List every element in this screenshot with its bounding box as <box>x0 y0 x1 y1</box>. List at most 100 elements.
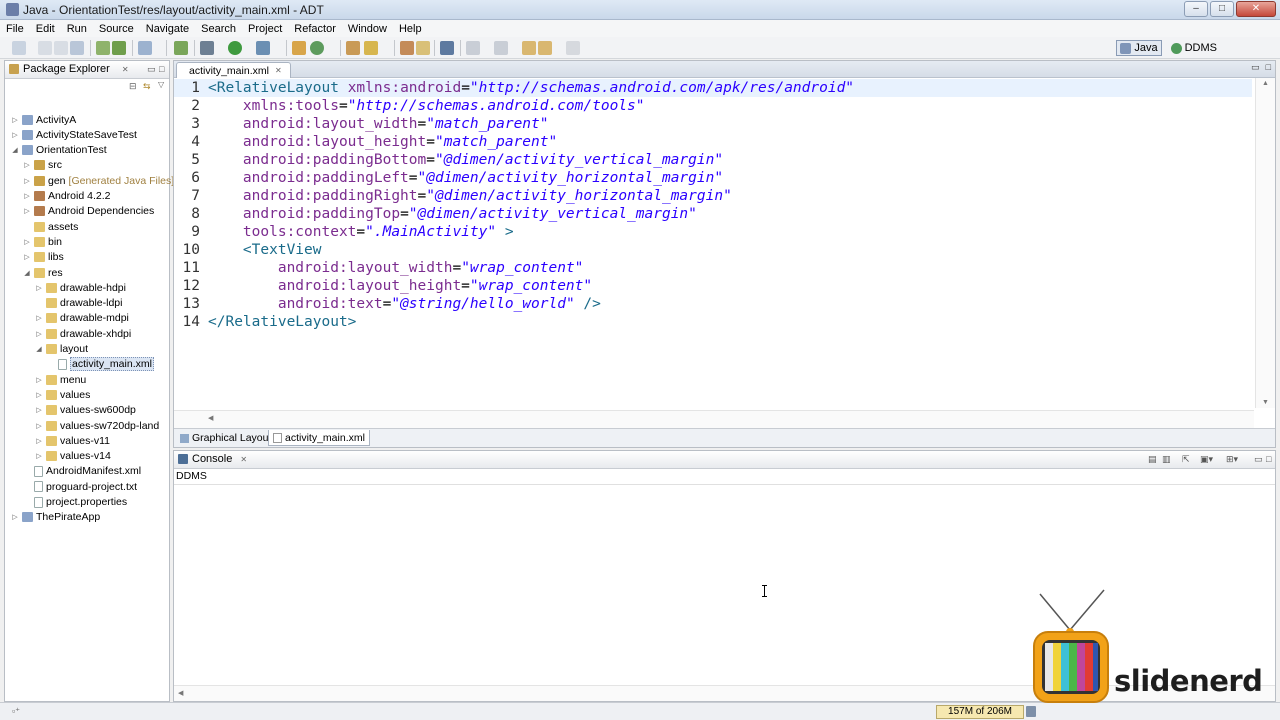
collapsed-arrow-icon[interactable]: ▷ <box>23 207 31 215</box>
code-line[interactable]: 3 android:layout_width="match_parent" <box>174 115 1252 133</box>
tree-item[interactable]: ▷ drawable-xhdpi <box>35 326 131 341</box>
tree-item[interactable]: ◢ layout <box>35 342 88 357</box>
code-line[interactable]: 4 android:layout_height="match_parent" <box>174 133 1252 151</box>
tree-item[interactable]: ▷ values-sw600dp <box>35 403 136 418</box>
code-line[interactable]: 2 xmlns:tools="http://schemas.android.co… <box>174 97 1252 115</box>
code-line[interactable]: 13 android:text="@string/hello_world" /> <box>174 295 1252 313</box>
tree-item[interactable]: ▷ src <box>23 158 62 173</box>
menu-navigate[interactable]: Navigate <box>140 23 195 35</box>
pin-editor-icon[interactable] <box>440 41 454 55</box>
console-tab[interactable]: Console ✕ ▤ ▥ ⇱ ▣▾ ⊞▾ ▭ □ <box>174 451 1275 469</box>
minimize-view-icon[interactable]: ▭ <box>147 64 156 75</box>
new-android-project-icon[interactable] <box>174 41 188 55</box>
display-selected-console-icon[interactable]: ▣▾ <box>1200 454 1213 465</box>
collapsed-arrow-icon[interactable]: ▷ <box>35 314 43 322</box>
tree-item[interactable]: proguard-project.txt <box>23 479 137 494</box>
menu-refactor[interactable]: Refactor <box>288 23 342 35</box>
tree-item[interactable]: ◢ res <box>23 265 62 280</box>
tab-graphical-layout[interactable]: Graphical Layout <box>176 430 275 446</box>
run-icon[interactable] <box>228 41 242 55</box>
menu-project[interactable]: Project <box>242 23 288 35</box>
collapsed-arrow-icon[interactable]: ▷ <box>35 422 43 430</box>
external-tools-icon[interactable] <box>256 41 270 55</box>
tree-item[interactable]: ▷ values-sw720dp-land <box>35 418 159 433</box>
previous-annotation-icon[interactable] <box>494 41 508 55</box>
tree-item[interactable]: assets <box>23 219 78 234</box>
maximize-view-icon[interactable]: □ <box>1266 62 1271 73</box>
perspective-java[interactable]: Java <box>1116 40 1162 56</box>
print-icon[interactable] <box>70 41 84 55</box>
menu-source[interactable]: Source <box>93 23 140 35</box>
menu-help[interactable]: Help <box>393 23 428 35</box>
code-line[interactable]: 6 android:paddingLeft="@dimen/activity_h… <box>174 169 1252 187</box>
open-console-icon[interactable]: ⊞▾ <box>1226 454 1238 465</box>
tree-item[interactable]: ▷ ActivityA <box>11 112 76 127</box>
collapsed-arrow-icon[interactable]: ▷ <box>35 330 43 338</box>
scroll-down-icon[interactable]: ▼ <box>1262 399 1269 406</box>
collapsed-arrow-icon[interactable]: ▷ <box>35 391 43 399</box>
collapsed-arrow-icon[interactable]: ▷ <box>35 452 43 460</box>
minimize-button[interactable]: – <box>1184 1 1208 17</box>
collapsed-arrow-icon[interactable]: ▷ <box>35 437 43 445</box>
tree-item[interactable]: ▷ drawable-hdpi <box>35 280 126 295</box>
menu-edit[interactable]: Edit <box>30 23 61 35</box>
menu-file[interactable]: File <box>0 23 30 35</box>
tree-item[interactable]: ▷ libs <box>23 250 63 265</box>
code-line[interactable]: 14 </RelativeLayout> <box>174 313 1252 331</box>
collapsed-arrow-icon[interactable]: ▷ <box>11 116 19 124</box>
new-java-class-icon[interactable] <box>310 41 324 55</box>
back-icon[interactable] <box>538 41 552 55</box>
tree-item[interactable]: AndroidManifest.xml <box>23 464 141 479</box>
menu-window[interactable]: Window <box>342 23 393 35</box>
open-type-icon[interactable] <box>346 41 360 55</box>
tree-item[interactable]: ▷ Android Dependencies <box>23 204 154 219</box>
clear-console-icon[interactable]: ▤ <box>1148 454 1157 465</box>
new-icon[interactable] <box>12 41 26 55</box>
new-java-package-icon[interactable] <box>292 41 306 55</box>
maximize-button[interactable]: □ <box>1210 1 1234 17</box>
vertical-scrollbar[interactable]: ▲ ▼ <box>1255 78 1275 408</box>
tree-item[interactable]: ▷ ActivityStateSaveTest <box>11 127 137 142</box>
collapsed-arrow-icon[interactable]: ▷ <box>35 406 43 414</box>
tree-item[interactable]: drawable-ldpi <box>35 296 122 311</box>
android-avd-manager-icon[interactable] <box>112 41 126 55</box>
tree-item[interactable]: project.properties <box>23 495 127 510</box>
scroll-left-icon[interactable]: ◀ <box>208 414 213 422</box>
forward-icon[interactable] <box>566 41 580 55</box>
collapsed-arrow-icon[interactable]: ▷ <box>35 284 43 292</box>
maximize-view-icon[interactable]: □ <box>1266 454 1271 464</box>
collapsed-arrow-icon[interactable]: ▷ <box>23 238 31 246</box>
close-icon[interactable]: ✕ <box>275 66 282 75</box>
tree-item[interactable]: ▷ bin <box>23 234 62 249</box>
android-sdk-manager-icon[interactable] <box>96 41 110 55</box>
open-task-icon[interactable] <box>364 41 378 55</box>
editor-tab-activity-main[interactable]: activity_main.xml ✕ <box>176 62 291 78</box>
collapsed-arrow-icon[interactable]: ▷ <box>23 192 31 200</box>
tree-item[interactable]: activity_main.xml <box>47 357 154 372</box>
mark-occurrences-icon[interactable] <box>416 41 430 55</box>
collapsed-arrow-icon[interactable]: ▷ <box>23 161 31 169</box>
save-all-icon[interactable] <box>54 41 68 55</box>
horizontal-scrollbar[interactable]: ◀ <box>174 410 1254 428</box>
scroll-left-icon[interactable]: ◀ <box>178 689 183 697</box>
code-area[interactable]: 1 <RelativeLayout xmlns:android="http://s… <box>174 78 1275 408</box>
menu-search[interactable]: Search <box>195 23 242 35</box>
tree-item[interactable]: ▷ values-v11 <box>35 433 110 448</box>
tree-item[interactable]: ▷ drawable-mdpi <box>35 311 129 326</box>
collapsed-arrow-icon[interactable]: ▷ <box>11 513 19 521</box>
tree-item[interactable]: ▷ ThePirateApp <box>11 510 100 525</box>
code-line[interactable]: 8 android:paddingTop="@dimen/activity_ve… <box>174 205 1252 223</box>
tree-item[interactable]: ▷ gen [Generated Java Files] <box>23 173 174 188</box>
pin-console-icon[interactable]: ⇱ <box>1182 454 1190 465</box>
code-line[interactable]: 1 <RelativeLayout xmlns:android="http://s… <box>174 79 1252 97</box>
tree-item[interactable]: ▷ menu <box>35 372 86 387</box>
tree-item[interactable]: ▷ values <box>35 387 90 402</box>
tab-xml-source[interactable]: activity_main.xml <box>268 430 370 446</box>
close-icon[interactable]: ✕ <box>122 65 129 74</box>
code-line[interactable]: 7 android:paddingRight="@dimen/activity_… <box>174 187 1252 205</box>
code-line[interactable]: 11 android:layout_width="wrap_content" <box>174 259 1252 277</box>
last-edit-location-icon[interactable] <box>522 41 536 55</box>
minimize-view-icon[interactable]: ▭ <box>1254 454 1263 465</box>
close-button[interactable]: ✕ <box>1236 1 1276 17</box>
save-icon[interactable] <box>38 41 52 55</box>
